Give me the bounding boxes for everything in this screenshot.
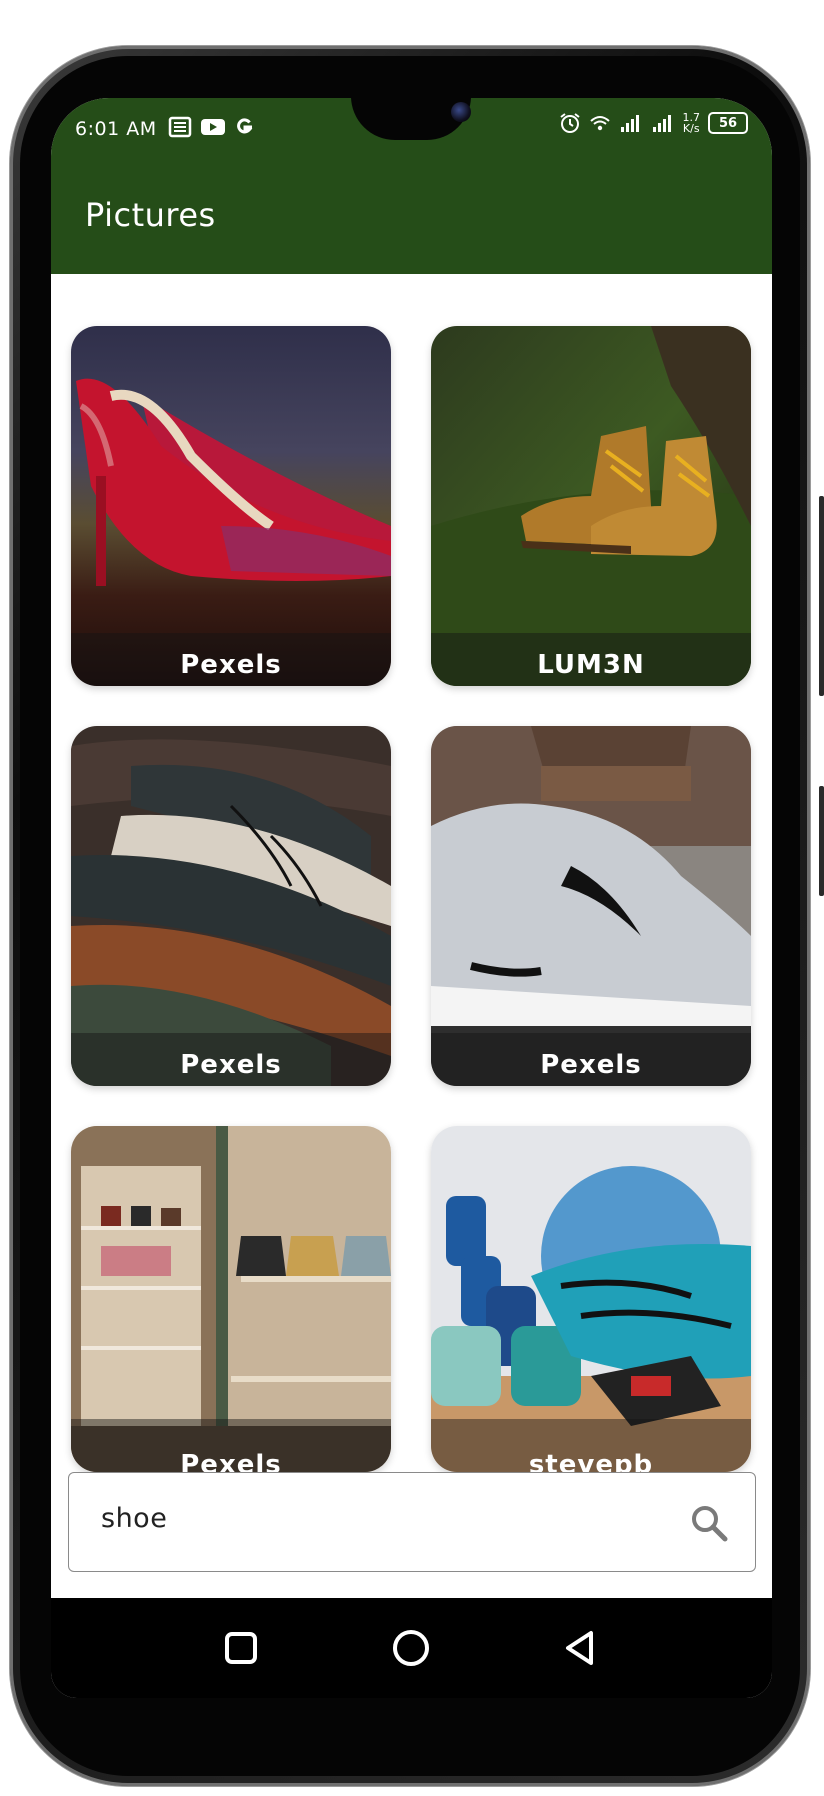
photographer-name: Pexels bbox=[540, 1050, 642, 1080]
gallery-item[interactable]: Pexels bbox=[71, 1126, 391, 1472]
photographer-name: Pexels bbox=[180, 650, 282, 680]
heels-photo bbox=[71, 326, 391, 686]
back-icon[interactable] bbox=[559, 1626, 603, 1670]
signal-icon bbox=[652, 115, 671, 132]
photographer-name: Pexels bbox=[180, 1450, 282, 1472]
search-icon[interactable] bbox=[689, 1503, 729, 1543]
youtube-icon bbox=[201, 119, 225, 135]
photographer-name: LUM3N bbox=[537, 650, 645, 680]
photographer-name: Pexels bbox=[180, 1050, 282, 1080]
notification-icons bbox=[168, 115, 258, 139]
battery-indicator: 56 bbox=[708, 112, 748, 134]
sneaker-photo bbox=[431, 726, 751, 1086]
photographer-name: stevepb bbox=[528, 1450, 654, 1472]
search-input[interactable]: shoe bbox=[68, 1472, 756, 1572]
home-icon[interactable] bbox=[389, 1626, 433, 1670]
dress-shoes-photo bbox=[71, 726, 391, 1086]
gallery-item[interactable]: Pexels bbox=[71, 726, 391, 1086]
volume-button bbox=[819, 496, 824, 696]
google-icon bbox=[237, 118, 253, 134]
gallery-item[interactable]: LUM3N bbox=[431, 326, 751, 686]
signal-icon bbox=[620, 115, 639, 132]
alarm-icon bbox=[559, 113, 580, 133]
gallery-item[interactable]: Pexels bbox=[71, 326, 391, 686]
network-speed: 1.7 K/s bbox=[683, 112, 701, 134]
front-camera-icon bbox=[451, 102, 471, 122]
system-nav-bar bbox=[51, 1598, 772, 1698]
gallery-item[interactable]: stevepb bbox=[431, 1126, 751, 1472]
page-title: Pictures bbox=[85, 196, 216, 234]
app-bar: 6:01 AM 1.7 K/s 56 Pictures bbox=[51, 98, 772, 274]
search-value[interactable]: shoe bbox=[101, 1503, 167, 1534]
status-time: 6:01 AM bbox=[75, 118, 157, 140]
boots-photo bbox=[431, 326, 751, 686]
system-status-icons: 1.7 K/s 56 bbox=[559, 112, 748, 134]
gallery-item[interactable]: Pexels bbox=[431, 726, 751, 1086]
recent-apps-icon[interactable] bbox=[219, 1626, 263, 1670]
app-screen: 6:01 AM 1.7 K/s 56 Pictures Pexels LUM3N… bbox=[51, 98, 772, 1698]
wifi-icon bbox=[589, 116, 610, 131]
power-button bbox=[819, 786, 824, 896]
network-speed-unit: K/s bbox=[682, 122, 700, 135]
news-icon bbox=[168, 116, 192, 138]
